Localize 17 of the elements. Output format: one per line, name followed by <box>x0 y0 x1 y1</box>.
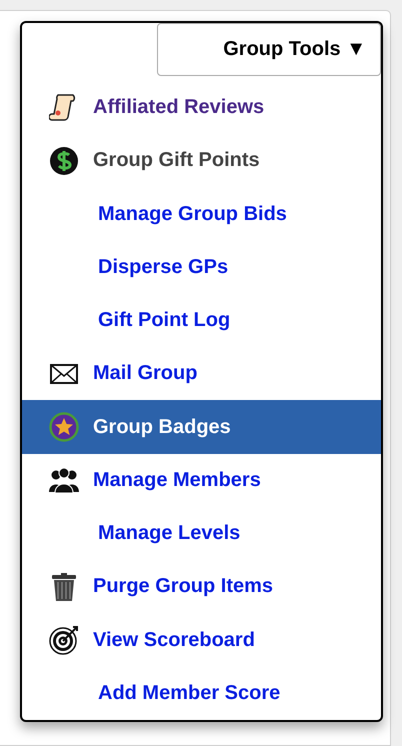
menu-item[interactable]: Group Gift Points <box>22 134 381 188</box>
menu-item[interactable]: Manage Members <box>22 454 381 507</box>
group-tools-button[interactable]: Group Tools ▼ <box>157 23 381 76</box>
dollar-icon <box>49 146 79 176</box>
menu-item[interactable]: View Scoreboard <box>22 614 381 667</box>
menu-item[interactable]: Disperse GPs <box>22 240 381 294</box>
menu-item[interactable]: Mail Group <box>22 347 381 400</box>
menu-item[interactable]: Gift Point Log <box>22 294 381 348</box>
target-icon <box>49 625 79 656</box>
menu-item[interactable]: Affiliated Reviews <box>22 80 381 134</box>
menu-item[interactable]: Purge Group Items <box>22 560 381 614</box>
menu-item[interactable]: Manage Levels <box>22 506 381 560</box>
star-badge-icon <box>49 412 79 442</box>
menu-item[interactable]: Group Badges <box>22 400 381 454</box>
menu-item[interactable]: Manage Group Bids <box>22 187 381 241</box>
trash-can-icon <box>49 572 79 602</box>
menu-item[interactable]: Add Member Score <box>22 666 381 720</box>
